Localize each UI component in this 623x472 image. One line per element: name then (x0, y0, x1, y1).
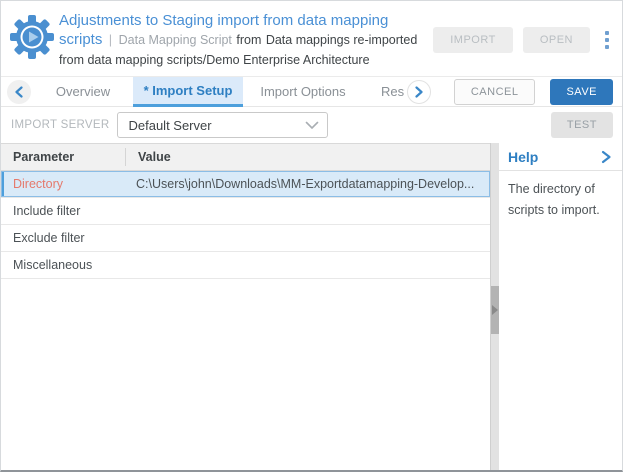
import-server-select[interactable]: Default Server (117, 112, 328, 138)
object-type-label: Data Mapping Script (119, 33, 232, 47)
param-name: Directory (1, 177, 126, 191)
column-header-parameter[interactable]: Parameter (1, 148, 126, 166)
column-header-value[interactable]: Value (126, 150, 490, 164)
tabs-scroll-right-button[interactable] (407, 80, 431, 104)
tab-import-setup[interactable]: * Import Setup (133, 77, 243, 107)
help-panel-splitter[interactable] (491, 143, 499, 470)
kebab-menu-icon[interactable] (600, 28, 614, 52)
table-header-row: Parameter Value (1, 143, 490, 171)
title-separator: | (109, 32, 112, 47)
collapse-right-arrow-icon (492, 305, 498, 315)
tab-strip: Overview * Import Setup Import Options R… (33, 77, 405, 107)
splitter-collapse-handle[interactable] (491, 286, 499, 334)
parameter-table: Parameter Value Directory C:\Users\john\… (1, 143, 491, 470)
from-label: from (236, 33, 261, 47)
staging-import-window: Adjustments to Staging import from data … (0, 0, 623, 472)
tab-responsibilities[interactable]: Respons (363, 77, 405, 107)
save-button[interactable]: SAVE (550, 79, 613, 105)
param-name: Miscellaneous (1, 258, 126, 272)
help-panel: Help The directory of scripts to import. (499, 143, 622, 470)
import-server-label: IMPORT SERVER (11, 119, 109, 131)
cancel-button[interactable]: CANCEL (454, 79, 536, 105)
import-server-row: IMPORT SERVER Default Server TEST (1, 107, 622, 143)
table-row-miscellaneous[interactable]: Miscellaneous (1, 252, 490, 279)
help-body-text: The directory of scripts to import. (499, 171, 622, 221)
help-header: Help (499, 143, 622, 171)
param-name: Include filter (1, 204, 126, 218)
param-name: Exclude filter (1, 231, 126, 245)
header-actions: IMPORT OPEN (433, 27, 614, 53)
test-button[interactable]: TEST (551, 112, 613, 138)
help-title: Help (508, 149, 598, 165)
chevron-left-icon (14, 86, 24, 98)
tabs-scroll-left-button[interactable] (7, 80, 31, 104)
chevron-down-icon (305, 121, 319, 130)
header: Adjustments to Staging import from data … (1, 1, 622, 77)
tab-overview[interactable]: Overview (33, 77, 133, 107)
chevron-right-icon (600, 150, 612, 164)
table-row-include-filter[interactable]: Include filter (1, 198, 490, 225)
table-row-exclude-filter[interactable]: Exclude filter (1, 225, 490, 252)
tab-import-options[interactable]: Import Options (243, 77, 363, 107)
table-row-directory[interactable]: Directory C:\Users\john\Downloads\MM-Exp… (1, 171, 490, 198)
import-button[interactable]: IMPORT (433, 27, 513, 53)
import-server-selected-value: Default Server (128, 118, 305, 133)
main-area: Parameter Value Directory C:\Users\john\… (1, 143, 622, 470)
gear-play-icon (9, 14, 55, 60)
param-value: C:\Users\john\Downloads\MM-Exportdatamap… (126, 177, 490, 191)
title-block: Adjustments to Staging import from data … (59, 10, 433, 70)
open-button[interactable]: OPEN (523, 27, 590, 53)
tab-bar: Overview * Import Setup Import Options R… (1, 77, 622, 107)
chevron-right-icon (414, 86, 424, 98)
help-collapse-button[interactable] (598, 148, 614, 166)
